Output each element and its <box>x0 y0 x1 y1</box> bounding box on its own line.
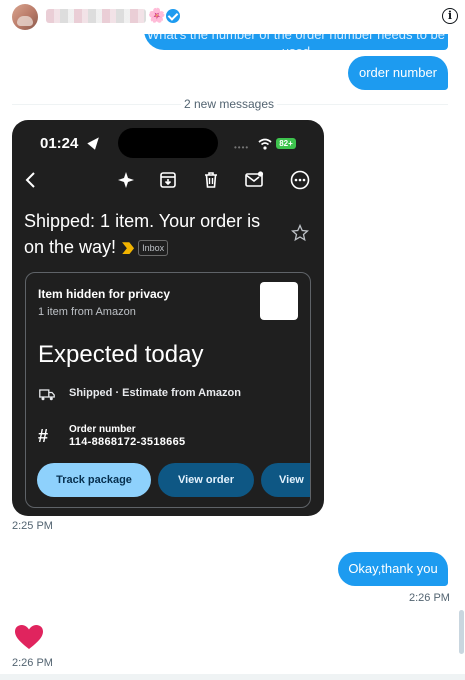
order-number-label: Order number <box>69 424 136 435</box>
wifi-icon <box>258 138 272 150</box>
message-bubble-thanks: Okay,thank you <box>338 552 448 586</box>
inbox-label: Inbox <box>138 240 169 257</box>
product-thumbnail <box>260 282 298 320</box>
hash-icon: # <box>38 426 49 446</box>
verified-badge-icon <box>166 9 180 23</box>
status-time: 01:24 <box>40 135 79 152</box>
timestamp: 2:25 PM <box>12 520 53 532</box>
more-options-icon <box>290 170 310 190</box>
truck-icon <box>39 389 55 401</box>
view-order-button: View order <box>158 463 254 497</box>
star-icon <box>291 224 309 242</box>
expected-delivery: Expected today <box>38 341 204 368</box>
battery-icon: 82+ <box>276 138 296 149</box>
email-screenshot-image[interactable]: 01:24 •••• 82+ Shipped: 1 item. Your ord… <box>12 120 324 516</box>
archive-icon <box>160 172 176 188</box>
scrollbar[interactable] <box>459 610 464 654</box>
order-card: Item hidden for privacy 1 item from Amaz… <box>25 272 311 508</box>
item-title: Item hidden for privacy <box>38 287 171 301</box>
blurred-username[interactable] <box>46 9 146 23</box>
info-icon[interactable]: i <box>442 8 458 24</box>
sparkle-icon <box>118 172 134 188</box>
item-subtitle: 1 item from Amazon <box>38 306 136 318</box>
order-number-value: 114-8868172-3518665 <box>69 436 186 448</box>
conversation-header: 🌸 i <box>0 0 465 34</box>
view-button: View <box>261 463 310 497</box>
message-bubble-order-number: order number <box>348 56 448 90</box>
heart-icon[interactable] <box>14 624 44 650</box>
message-composer[interactable] <box>0 674 465 680</box>
dynamic-island <box>118 128 218 158</box>
timestamp: 2:26 PM <box>12 657 53 669</box>
track-package-button: Track package <box>37 463 151 497</box>
new-messages-label: 2 new messages <box>181 96 277 112</box>
location-arrow-icon <box>87 134 103 150</box>
important-marker-icon <box>122 242 135 255</box>
flower-emoji: 🌸 <box>148 7 166 23</box>
timestamp: 2:26 PM <box>409 592 450 604</box>
shipping-status: Shipped · Estimate from Amazon <box>69 387 241 399</box>
email-subject: Shipped: 1 item. Your order is on the wa… <box>24 208 284 260</box>
avatar[interactable] <box>12 4 38 30</box>
signal-dots-icon: •••• <box>234 143 250 152</box>
mark-unread-icon <box>245 171 264 187</box>
trash-icon <box>205 172 217 188</box>
back-arrow-icon <box>25 172 35 188</box>
